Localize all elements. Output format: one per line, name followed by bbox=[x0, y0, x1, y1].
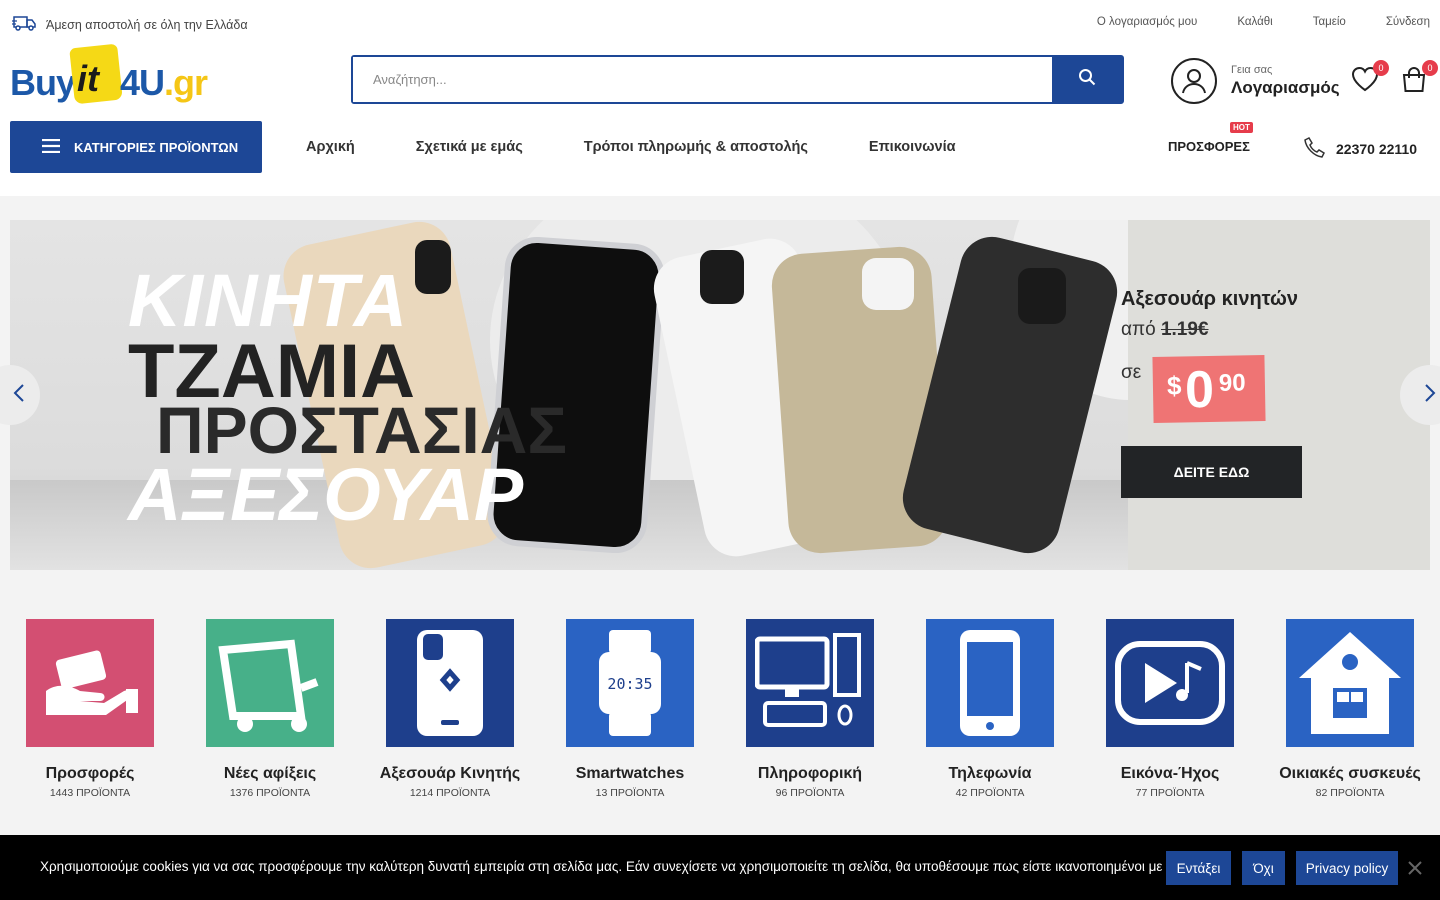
phone-number: 22370 22110 bbox=[1336, 140, 1417, 157]
nav-item-about[interactable]: Σχετικά με εμάς bbox=[416, 139, 523, 155]
heart-icon bbox=[1351, 66, 1379, 96]
hero-line-4: ΑΞΕΣΟΥΑΡ bbox=[128, 453, 524, 536]
promo-from: από 1.19€ bbox=[1121, 319, 1209, 340]
nav-item-payment-shipping[interactable]: Τρόποι πληρωμής & αποστολής bbox=[584, 139, 808, 155]
offers-label: ΠΡΟΣΦΟΡΕΣ bbox=[1168, 139, 1250, 154]
search-icon bbox=[1078, 68, 1096, 91]
camera-icon-3 bbox=[862, 258, 914, 310]
price-currency: $ bbox=[1166, 370, 1182, 401]
camera-icon-4 bbox=[1018, 268, 1066, 324]
logo-text-buy: Buy bbox=[10, 62, 76, 103]
hero-promo: Αξεσουάρ κινητών από 1.19€ σε $ 0 90 bbox=[1121, 288, 1299, 423]
top-links: Ο λογαριασμός μου Καλάθι Ταμείο Σύνδεση bbox=[1097, 16, 1430, 28]
category-count: 13 ΠΡΟΪΟΝΤΑ bbox=[595, 787, 665, 799]
main-nav: Αρχική Σχετικά με εμάς Τρόποι πληρωμής &… bbox=[306, 139, 956, 155]
cookie-banner: Χρησιμοποιούμε cookies για να σας προσφέ… bbox=[0, 835, 1440, 900]
offers-link[interactable]: ΠΡΟΣΦΟΡΕΣ HOT bbox=[1168, 122, 1253, 154]
cart-icon bbox=[206, 619, 334, 747]
price-cents: 90 bbox=[1218, 369, 1246, 397]
category-card[interactable]: Οικιακές συσκευές 82 ΠΡΟΪΟΝΤΑ bbox=[1279, 619, 1421, 799]
logo-text-it: it bbox=[77, 58, 99, 99]
my-account-link[interactable]: Ο λογαριασμός μου bbox=[1097, 16, 1197, 28]
price-tag: $ 0 90 bbox=[1152, 355, 1266, 423]
category-card[interactable]: Αξεσουάρ Κινητής 1214 ΠΡΟΪΟΝΤΑ bbox=[380, 619, 520, 799]
old-price: 1.19€ bbox=[1160, 319, 1209, 340]
computer-icon bbox=[746, 619, 874, 747]
home-appliances-icon bbox=[1286, 619, 1414, 747]
chevron-right-icon bbox=[1424, 383, 1436, 408]
top-bar: Άμεση αποστολή σε όλη την Ελλάδα Ο λογαρ… bbox=[0, 0, 1440, 44]
chevron-left-icon bbox=[13, 383, 25, 408]
category-card[interactable]: 20:35 Smartwatches 13 ΠΡΟΪΟΝΤΑ bbox=[566, 619, 694, 799]
category-count: 42 ΠΡΟΪΟΝΤΑ bbox=[955, 787, 1025, 799]
category-name: Smartwatches bbox=[575, 765, 685, 782]
category-card[interactable]: Πληροφορική 96 ΠΡΟΪΟΝΤΑ bbox=[746, 619, 874, 799]
wishlist-button[interactable]: 0 bbox=[1351, 60, 1389, 97]
category-count: 96 ΠΡΟΪΟΝΤΑ bbox=[775, 787, 845, 799]
hero-banner[interactable]: ΚΙΝΗΤΑ ΤΖΑΜΙΑ ΠΡΟΣΤΑΣΙΑΣ ΑΞΕΣΟΥΑΡ Αξεσου… bbox=[10, 220, 1430, 570]
price-integer: 0 bbox=[1184, 360, 1215, 420]
promo-title: Αξεσουάρ κινητών bbox=[1121, 288, 1299, 310]
category-name: Οικιακές συσκευές bbox=[1279, 765, 1421, 782]
close-icon[interactable] bbox=[1406, 859, 1424, 877]
category-count: 1443 ΠΡΟΪΟΝΤΑ bbox=[49, 787, 131, 799]
promo-to-label: σε bbox=[1121, 362, 1142, 383]
wishlist-count-badge: 0 bbox=[1373, 60, 1389, 76]
search-button[interactable] bbox=[1052, 57, 1122, 102]
phone-case-icon bbox=[386, 619, 514, 747]
shipping-notice: Άμεση αποστολή σε όλη την Ελλάδα bbox=[12, 13, 248, 36]
category-name: Τηλεφωνία bbox=[948, 765, 1032, 782]
smartphone-icon bbox=[926, 619, 1054, 747]
see-here-button[interactable]: ΔΕΙΤΕ ΕΔΩ bbox=[1121, 446, 1302, 498]
account-label: Λογαριασμός bbox=[1231, 78, 1340, 97]
camera-icon bbox=[415, 240, 451, 294]
category-card[interactable]: Νέες αφίξεις 1376 ΠΡΟΪΟΝΤΑ bbox=[206, 619, 334, 799]
cart-button[interactable]: 0 bbox=[1400, 60, 1438, 99]
site-logo[interactable]: Buy it 4U.gr bbox=[10, 36, 210, 106]
category-count: 1376 ΠΡΟΪΟΝΤΑ bbox=[229, 787, 311, 799]
wallet-hand-icon bbox=[26, 619, 154, 747]
category-count: 82 ΠΡΟΪΟΝΤΑ bbox=[1315, 787, 1385, 799]
phone-icon bbox=[1304, 136, 1326, 161]
category-card[interactable]: Προσφορές 1443 ΠΡΟΪΟΝΤΑ bbox=[26, 619, 154, 799]
search-input[interactable] bbox=[353, 57, 1053, 102]
account-greeting: Γεια σας bbox=[1231, 64, 1273, 76]
site-header: Άμεση αποστολή σε όλη την Ελλάδα Ο λογαρ… bbox=[0, 0, 1440, 196]
svg-text:20:35: 20:35 bbox=[607, 675, 652, 693]
shopping-bag-icon bbox=[1400, 67, 1428, 98]
category-name: Νέες αφίξεις bbox=[223, 765, 317, 782]
cookie-accept-button[interactable]: Εντάξει bbox=[1166, 851, 1231, 885]
category-card[interactable]: Εικόνα-Ήχος 77 ΠΡΟΪΟΝΤΑ bbox=[1106, 619, 1234, 799]
category-count: 77 ΠΡΟΪΟΝΤΑ bbox=[1135, 787, 1205, 799]
category-count: 1214 ΠΡΟΪΟΝΤΑ bbox=[409, 787, 491, 799]
checkout-link[interactable]: Ταμείο bbox=[1313, 16, 1346, 28]
smartwatch-icon: 20:35 bbox=[566, 619, 694, 747]
user-icon bbox=[1171, 58, 1217, 104]
categories-menu-button[interactable]: ΚΑΤΗΓΟΡΙΕΣ ΠΡΟΪΟΝΤΩΝ bbox=[10, 121, 262, 173]
account-link[interactable]: Γεια σας Λογαριασμός bbox=[1171, 58, 1340, 104]
category-name: Πληροφορική bbox=[757, 765, 863, 782]
login-link[interactable]: Σύνδεση bbox=[1386, 16, 1430, 28]
cookie-message: Χρησιμοποιούμε cookies για να σας προσφέ… bbox=[40, 859, 1198, 874]
hamburger-icon bbox=[42, 138, 60, 156]
category-name: Προσφορές bbox=[45, 765, 135, 782]
category-name: Αξεσουάρ Κινητής bbox=[379, 765, 521, 782]
category-name: Εικόνα-Ήχος bbox=[1120, 765, 1220, 782]
shipping-text: Άμεση αποστολή σε όλη την Ελλάδα bbox=[46, 17, 248, 32]
nav-item-home[interactable]: Αρχική bbox=[306, 139, 355, 155]
camera-icon-2 bbox=[700, 250, 744, 304]
cart-link[interactable]: Καλάθι bbox=[1237, 16, 1272, 28]
search-bar bbox=[351, 55, 1124, 104]
media-icon bbox=[1106, 619, 1234, 747]
hot-badge: HOT bbox=[1230, 122, 1253, 133]
phone-contact[interactable]: 22370 22110 bbox=[1304, 136, 1417, 161]
categories-menu-label: ΚΑΤΗΓΟΡΙΕΣ ΠΡΟΪΟΝΤΩΝ bbox=[74, 139, 239, 155]
truck-icon bbox=[12, 13, 38, 36]
privacy-policy-button[interactable]: Privacy policy bbox=[1296, 851, 1398, 885]
nav-item-contact[interactable]: Επικοινωνία bbox=[869, 139, 956, 155]
logo-text-rest: 4U.gr bbox=[120, 62, 208, 103]
cookie-decline-button[interactable]: Όχι bbox=[1242, 851, 1285, 885]
cart-count-badge: 0 bbox=[1422, 60, 1438, 76]
category-card[interactable]: Τηλεφωνία 42 ΠΡΟΪΟΝΤΑ bbox=[926, 619, 1054, 799]
